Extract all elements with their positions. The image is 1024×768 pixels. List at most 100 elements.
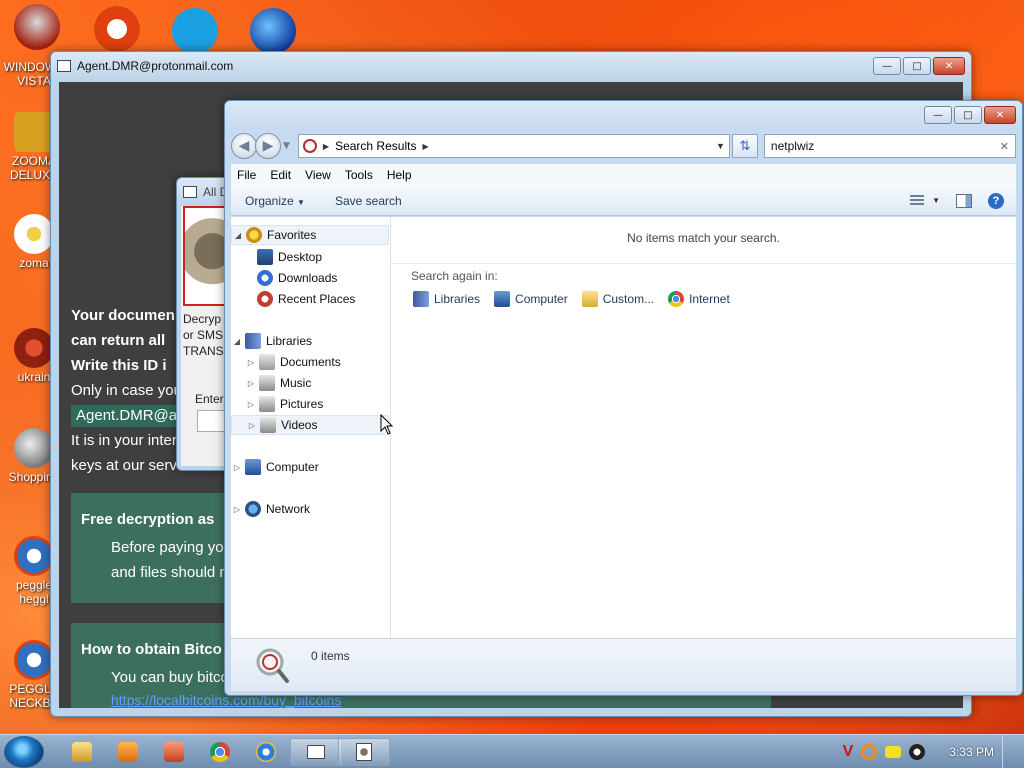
recent-places-icon bbox=[257, 291, 273, 307]
menu-view[interactable]: View bbox=[305, 168, 331, 182]
desktop-icon-label: peggle heggl bbox=[15, 578, 53, 606]
tree-label: Libraries bbox=[266, 334, 313, 348]
collapsed-arrow-icon[interactable]: ▷ bbox=[245, 400, 257, 409]
clear-search-icon[interactable]: ✕ bbox=[1000, 140, 1009, 153]
search-again-label: Search again in: bbox=[411, 269, 498, 283]
tree-recent-places[interactable]: Recent Places bbox=[231, 289, 389, 309]
desktop-icon-label: ukrain bbox=[17, 370, 51, 384]
search-input[interactable]: netplwiz ✕ bbox=[763, 134, 1016, 158]
peggle-icon bbox=[14, 640, 54, 680]
chrome-icon bbox=[668, 291, 685, 307]
expanded-arrow-icon[interactable]: ◢ bbox=[232, 231, 244, 240]
collapsed-arrow-icon[interactable]: ▷ bbox=[246, 421, 258, 430]
preview-pane-icon[interactable] bbox=[956, 193, 972, 208]
location-label: Custom... bbox=[602, 292, 655, 306]
tree-pictures[interactable]: ▷ Pictures bbox=[231, 394, 389, 414]
window-icon bbox=[57, 60, 71, 72]
minimize-button[interactable]: — bbox=[924, 106, 952, 124]
tree-music[interactable]: ▷ Music bbox=[231, 373, 389, 393]
explorer-window: — □ ✕ ◀ ▶ ▼ ▶ Search Results ▶ ▼ ⇅ netpl… bbox=[224, 100, 1023, 696]
tree-videos[interactable]: ▷ Videos bbox=[231, 415, 389, 435]
volume-icon[interactable] bbox=[909, 744, 926, 760]
search-results-icon bbox=[302, 139, 317, 153]
taskbar-ransom-window[interactable] bbox=[290, 738, 342, 766]
collapsed-arrow-icon[interactable]: ▷ bbox=[245, 379, 257, 388]
tree-desktop[interactable]: Desktop bbox=[231, 247, 389, 267]
tree-downloads[interactable]: Downloads bbox=[231, 268, 389, 288]
dog-image bbox=[183, 206, 229, 306]
menu-file[interactable]: File bbox=[237, 168, 256, 182]
minimize-button[interactable]: — bbox=[873, 57, 901, 75]
command-bar: Organize ▼ Save search ▼ ? bbox=[231, 186, 1016, 216]
ransom-titlebar[interactable]: Agent.DMR@protonmail.com — □ ✕ bbox=[51, 52, 971, 80]
tree-network[interactable]: ▷ Network bbox=[231, 499, 389, 519]
menu-edit[interactable]: Edit bbox=[270, 168, 291, 182]
collapsed-arrow-icon[interactable]: ▷ bbox=[245, 358, 257, 367]
taskbar-dialog[interactable] bbox=[338, 738, 390, 766]
expanded-arrow-icon[interactable]: ◢ bbox=[231, 337, 243, 346]
organize-button[interactable]: Organize ▼ bbox=[245, 194, 305, 208]
show-desktop-button[interactable] bbox=[1002, 735, 1014, 768]
maximize-button[interactable]: □ bbox=[954, 106, 982, 124]
close-button[interactable]: ✕ bbox=[933, 57, 965, 75]
back-button[interactable]: ◀ bbox=[231, 133, 257, 159]
antivirus-icon[interactable]: V bbox=[843, 743, 854, 761]
skype-icon[interactable] bbox=[172, 8, 218, 54]
menu-tools[interactable]: Tools bbox=[345, 168, 373, 182]
refresh-button[interactable]: ⇅ bbox=[731, 134, 758, 158]
chevron-down-icon: ▼ bbox=[297, 197, 305, 207]
tree-label: Desktop bbox=[278, 250, 323, 264]
tree-computer[interactable]: ▷ Computer bbox=[231, 457, 389, 477]
change-view-button[interactable]: ▼ bbox=[910, 194, 940, 207]
message-icon[interactable] bbox=[885, 746, 902, 758]
search-icon[interactable] bbox=[861, 744, 878, 760]
tree-favorites[interactable]: ◢ Favorites bbox=[231, 225, 389, 245]
tree-label: Recent Places bbox=[278, 292, 356, 306]
breadcrumb-item[interactable]: Search Results bbox=[335, 139, 416, 153]
explorer-titlebar[interactable]: — □ ✕ bbox=[225, 101, 1022, 129]
dog-icon bbox=[356, 743, 372, 761]
taskbar-explorer[interactable] bbox=[62, 738, 102, 766]
tree-label: Music bbox=[280, 376, 312, 390]
search-again-computer[interactable]: Computer bbox=[492, 291, 568, 307]
breadcrumb-arrow-icon[interactable]: ▶ bbox=[422, 142, 428, 151]
history-dropdown[interactable]: ▼ bbox=[283, 141, 290, 151]
taskbar-media-player[interactable] bbox=[108, 738, 148, 766]
collapsed-arrow-icon[interactable]: ▷ bbox=[231, 463, 243, 472]
search-again-locations: Libraries Computer Custom... Internet bbox=[411, 291, 730, 307]
tree-label: Downloads bbox=[278, 271, 338, 285]
menu-bar: File Edit View Tools Help bbox=[231, 164, 1016, 186]
maximize-button[interactable]: □ bbox=[903, 57, 931, 75]
taskbar-app[interactable] bbox=[154, 738, 194, 766]
clock[interactable]: 3:33 PM bbox=[949, 745, 994, 759]
location-label: Computer bbox=[515, 292, 568, 306]
taskbar-chrome[interactable] bbox=[200, 738, 240, 766]
help-icon[interactable]: ? bbox=[988, 192, 1004, 209]
tree-libraries[interactable]: ◢ Libraries bbox=[231, 331, 389, 351]
taskbar-internet-explorer[interactable] bbox=[246, 738, 286, 766]
tree-label: Videos bbox=[281, 418, 318, 432]
search-again-custom[interactable]: Custom... bbox=[580, 291, 654, 307]
globe-icon[interactable] bbox=[250, 8, 296, 54]
app-icon-1[interactable] bbox=[14, 4, 60, 50]
search-again-libraries[interactable]: Libraries bbox=[411, 291, 480, 307]
search-again-internet[interactable]: Internet bbox=[666, 291, 730, 307]
system-tray: V 3:33 PM bbox=[843, 735, 1024, 768]
computer-icon bbox=[494, 291, 511, 307]
pictures-icon bbox=[259, 396, 275, 412]
ransom-text: It is in your inter bbox=[71, 432, 177, 449]
tree-documents[interactable]: ▷ Documents bbox=[231, 352, 389, 372]
peggle-icon[interactable] bbox=[94, 6, 140, 52]
close-button[interactable]: ✕ bbox=[984, 106, 1016, 124]
start-button[interactable] bbox=[4, 736, 44, 768]
save-search-button[interactable]: Save search bbox=[335, 194, 402, 208]
chevron-down-icon[interactable]: ▼ bbox=[716, 141, 725, 151]
star-icon bbox=[246, 227, 262, 243]
breadcrumb-arrow-icon[interactable]: ▶ bbox=[323, 142, 329, 151]
collapsed-arrow-icon[interactable]: ▷ bbox=[231, 505, 243, 514]
forward-button[interactable]: ▶ bbox=[255, 133, 281, 159]
address-bar[interactable]: ▶ Search Results ▶ ▼ bbox=[297, 134, 730, 158]
tree-label: Favorites bbox=[267, 228, 317, 242]
flash-icon bbox=[14, 428, 54, 468]
menu-help[interactable]: Help bbox=[387, 168, 412, 182]
